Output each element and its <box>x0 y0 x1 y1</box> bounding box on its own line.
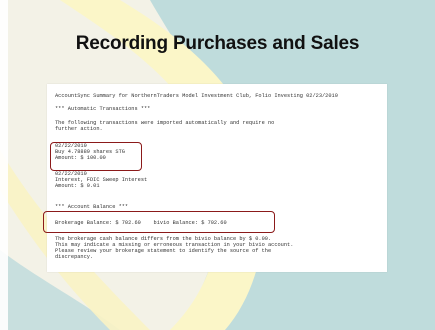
highlight-box-purchase <box>50 142 142 171</box>
automatic-transactions-heading: *** Automatic Transactions *** <box>55 106 151 112</box>
summary-header-line: AccountSync Summary for NorthernTraders … <box>55 93 338 99</box>
slide: Recording Purchases and Sales AccountSyn… <box>0 0 435 330</box>
intro-text-line-2: further action. <box>55 126 103 132</box>
transaction-2-amount: Amount: $ 0.01 <box>55 183 100 189</box>
slide-title: Recording Purchases and Sales <box>75 33 360 54</box>
accountsync-summary-document: AccountSync Summary for NorthernTraders … <box>47 84 387 272</box>
discrepancy-note-line-4: discrepancy. <box>55 254 94 260</box>
account-balance-heading: *** Account Balance *** <box>55 204 129 210</box>
highlight-box-balance <box>43 211 275 233</box>
